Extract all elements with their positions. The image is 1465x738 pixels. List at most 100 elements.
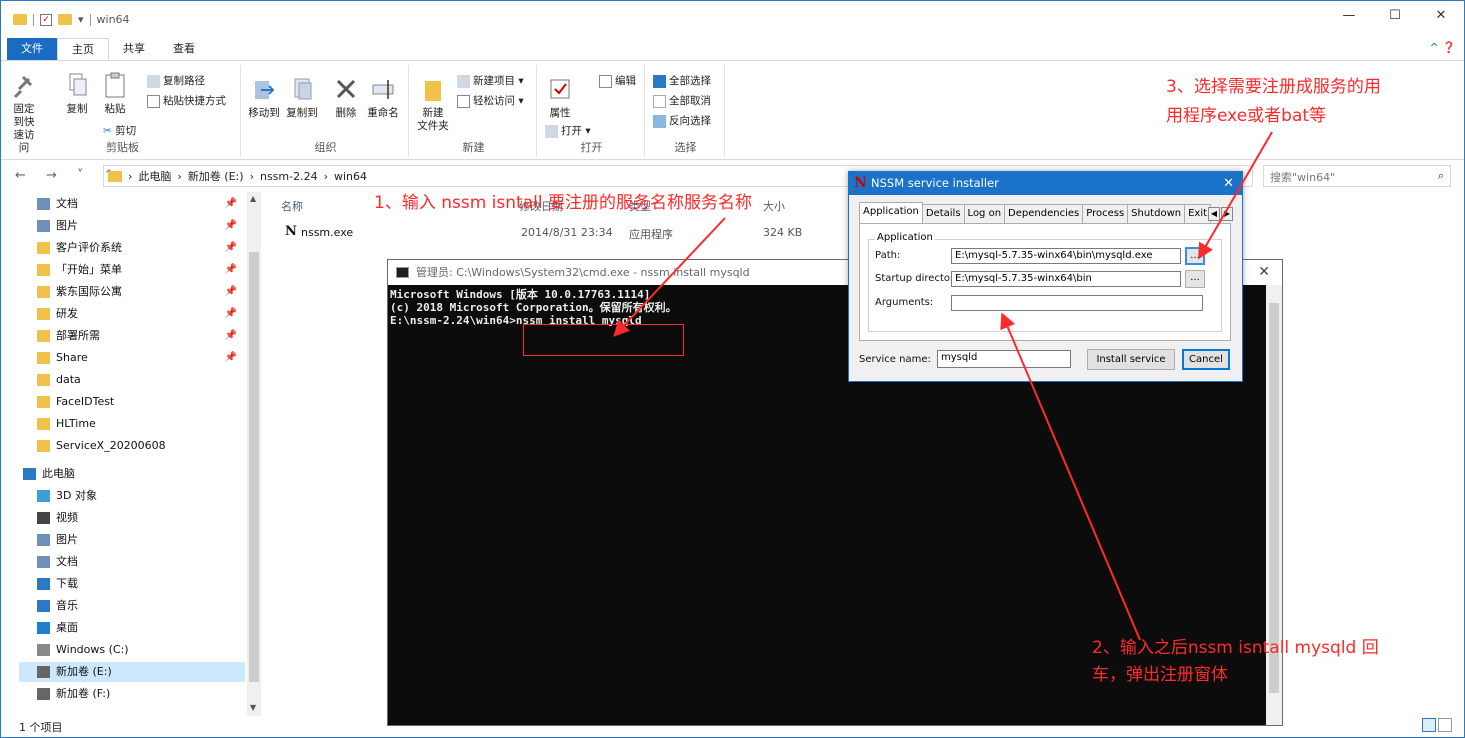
pc-item-9[interactable]: 新加卷 (F:): [37, 684, 245, 704]
invert-selection-button[interactable]: 反向选择: [653, 113, 711, 128]
select-all-button[interactable]: 全部选择: [653, 73, 711, 88]
quick-access-item-0[interactable]: 文档 📌: [37, 194, 245, 214]
tab-log-on[interactable]: Log on: [963, 204, 1006, 223]
breadcrumb-win64[interactable]: win64: [334, 170, 367, 183]
select-none-button[interactable]: 全部取消: [653, 93, 711, 108]
quick-access-item-10[interactable]: HLTime: [37, 414, 245, 434]
new-folder-icon[interactable]: [58, 14, 72, 25]
pc-item-8[interactable]: 新加卷 (E:): [19, 662, 245, 682]
pin-icon[interactable]: 📌: [225, 194, 237, 214]
new-folder-label-1: 新建: [422, 107, 444, 119]
path-browse-button[interactable]: ...: [1185, 247, 1205, 265]
pin-icon[interactable]: 📌: [225, 216, 237, 236]
breadcrumb-drive-e[interactable]: 新加卷 (E:): [188, 168, 244, 184]
details-view-icon[interactable]: [1422, 718, 1436, 732]
install-service-button[interactable]: Install service: [1087, 349, 1175, 370]
properties-button[interactable]: 属性: [543, 75, 577, 120]
pin-icon[interactable]: 📌: [225, 304, 237, 324]
paste-button[interactable]: 粘贴: [101, 71, 129, 116]
scroll-thumb[interactable]: [249, 252, 259, 682]
nav-scrollbar[interactable]: ▲ ▼: [247, 192, 261, 716]
open-button[interactable]: 打开 ▾: [545, 123, 591, 138]
copy-to-button[interactable]: 复制到: [285, 75, 319, 120]
copy-path-button[interactable]: 复制路径: [147, 73, 205, 88]
pc-item-1[interactable]: 视频: [37, 508, 245, 528]
tab-home[interactable]: 主页: [57, 38, 109, 60]
quick-access-item-6[interactable]: 部署所需 📌: [37, 326, 245, 346]
maximize-button[interactable]: ☐: [1372, 1, 1418, 31]
copy-button[interactable]: 复制: [63, 71, 91, 116]
quick-access-item-3[interactable]: 「开始」菜单 📌: [37, 260, 245, 280]
tab-scroll-right-icon[interactable]: ▶: [1221, 207, 1233, 221]
pc-item-7[interactable]: Windows (C:): [37, 640, 245, 660]
cmd-scroll-thumb[interactable]: [1269, 303, 1279, 693]
breadcrumb-this-pc[interactable]: 此电脑: [138, 168, 171, 184]
tab-file[interactable]: 文件: [7, 38, 57, 60]
quick-access-item-1[interactable]: 图片 📌: [37, 216, 245, 236]
tab-scroll-left-icon[interactable]: ◀: [1208, 207, 1220, 221]
nssm-close-button[interactable]: ✕: [1223, 172, 1234, 195]
paste-shortcut-button[interactable]: 粘贴快捷方式: [147, 93, 226, 108]
col-size[interactable]: 大小: [763, 198, 785, 214]
pin-icon[interactable]: 📌: [225, 348, 237, 368]
close-button[interactable]: ✕: [1418, 1, 1464, 31]
col-name[interactable]: 名称: [281, 198, 303, 214]
pc-item-3[interactable]: 文档: [37, 552, 245, 572]
pin-icon[interactable]: 📌: [225, 260, 237, 280]
search-input[interactable]: 搜索"win64" ⌕: [1263, 165, 1451, 187]
pc-item-2[interactable]: 图片: [37, 530, 245, 550]
cut-button[interactable]: ✂ 剪切: [103, 123, 136, 138]
new-item-button[interactable]: 新建项目 ▾: [457, 73, 524, 88]
scroll-down-icon[interactable]: ▼: [250, 703, 256, 712]
startup-dir-field[interactable]: E:\mysql-5.7.35-winx64\bin: [951, 271, 1181, 287]
delete-button[interactable]: 删除: [331, 75, 361, 120]
cmd-close-button[interactable]: ✕: [1258, 260, 1270, 285]
tab-details[interactable]: Details: [921, 204, 965, 223]
pin-icon[interactable]: 📌: [225, 326, 237, 346]
qat-dropdown-icon[interactable]: ▾: [78, 13, 84, 26]
quick-access-item-2[interactable]: 客户评价系统 📌: [37, 238, 245, 258]
properties-icon[interactable]: ✓: [40, 13, 52, 26]
breadcrumb-nssm[interactable]: nssm-2.24: [260, 170, 318, 183]
minimize-button[interactable]: —: [1326, 1, 1372, 31]
edit-button[interactable]: 编辑: [599, 73, 636, 88]
startup-browse-button[interactable]: ...: [1185, 270, 1205, 288]
service-name-field[interactable]: mysqld: [937, 350, 1071, 368]
large-icons-view-icon[interactable]: [1438, 718, 1452, 732]
quick-access-item-8[interactable]: data: [37, 370, 245, 390]
pc-item-6[interactable]: 桌面: [37, 618, 245, 638]
pc-item-4[interactable]: 下载: [37, 574, 245, 594]
sidebar-item-this-pc-0[interactable]: 此电脑: [23, 464, 231, 484]
help-icon[interactable]: ^ ❓: [1430, 41, 1456, 54]
quick-access-item-11[interactable]: ServiceX_20200608: [37, 436, 245, 456]
navigation-pane: 文档 📌 图片 📌 客户评价系统 📌 「开始」菜单 📌 紫东国际公寓 📌 研发 📌 部署所需 📌 Share…: [1, 192, 247, 712]
pc-item-0[interactable]: 3D 对象: [37, 486, 245, 506]
pin-icon[interactable]: 📌: [225, 282, 237, 302]
path-field[interactable]: E:\mysql-5.7.35-winx64\bin\mysqld.exe: [951, 248, 1181, 264]
arguments-field[interactable]: [951, 295, 1203, 311]
cancel-button[interactable]: Cancel: [1182, 349, 1230, 370]
tab-dependencies[interactable]: Dependencies: [1004, 204, 1084, 223]
copy-icon: [69, 73, 87, 96]
tab-share[interactable]: 共享: [109, 38, 159, 60]
easy-access-icon: [457, 94, 470, 108]
quick-access-item-4[interactable]: 紫东国际公寓 📌: [37, 282, 245, 302]
new-folder-button[interactable]: 新建 文件夹: [415, 75, 451, 133]
tab-view[interactable]: 查看: [159, 38, 209, 60]
quick-access-item-7[interactable]: Share 📌: [37, 348, 245, 368]
quick-access-item-5[interactable]: 研发 📌: [37, 304, 245, 324]
tab-shutdown[interactable]: Shutdown: [1127, 204, 1186, 223]
pc-item-5[interactable]: 音乐: [37, 596, 245, 616]
tab-exit[interactable]: Exit: [1184, 204, 1212, 223]
quick-access-item-9[interactable]: FaceIDTest: [37, 392, 245, 412]
tab-process[interactable]: Process: [1082, 204, 1129, 223]
move-to-button[interactable]: 移动到: [247, 75, 281, 120]
delete-icon: [336, 79, 356, 99]
nav-item-label: 研发: [56, 307, 78, 320]
scroll-up-icon[interactable]: ▲: [250, 194, 256, 203]
easy-access-button[interactable]: 轻松访问 ▾: [457, 93, 524, 108]
rename-button[interactable]: 重命名: [365, 75, 401, 120]
paste-label: 粘贴: [104, 103, 126, 115]
pin-icon[interactable]: 📌: [225, 238, 237, 258]
tab-application[interactable]: Application: [859, 202, 923, 223]
